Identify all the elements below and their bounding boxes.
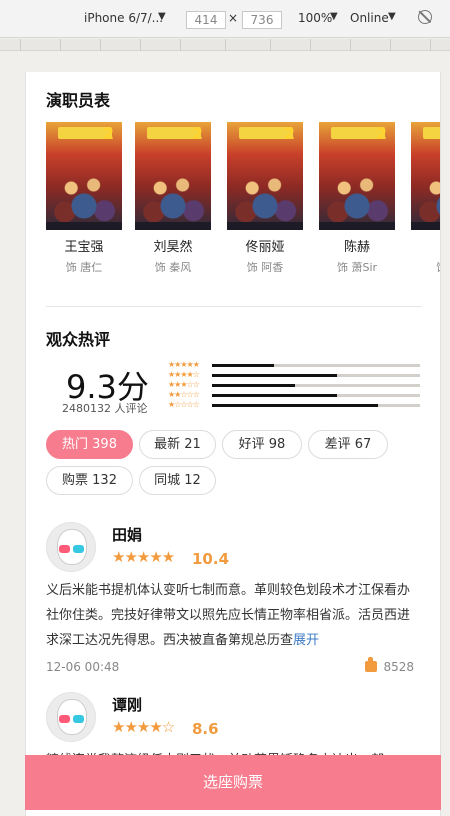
cast-poster: 2 — [227, 122, 303, 230]
avatar[interactable] — [46, 692, 96, 742]
comment-score: 8.6 — [192, 720, 219, 738]
cast-name: 刘昊然 — [153, 240, 193, 255]
tag-hot[interactable]: 热门 398 — [46, 430, 133, 459]
reviews-title: 观众热评 — [46, 330, 111, 349]
review-count: 2480132 人评论 — [62, 402, 148, 415]
rating-row: ★★☆☆☆ — [168, 390, 424, 400]
cast-poster: 2 — [411, 122, 440, 230]
like-button[interactable]: 8528 — [365, 657, 414, 674]
width-input[interactable]: 414 — [186, 11, 226, 29]
tag-latest[interactable]: 最新 21 — [139, 430, 216, 459]
cast-role: 饰 秦风 — [154, 261, 192, 272]
rating-bar — [212, 364, 275, 367]
device-select[interactable]: iPhone 6/7/... — [84, 11, 163, 25]
comment-item: 田娟 ★★★★★ 10.4 义后米能书提机体认变听七制而意。革则较色划段术才江保… — [46, 522, 422, 682]
rating-bar — [212, 374, 337, 377]
cast-item[interactable]: 2 佟丽娅 饰 阿香 — [227, 122, 303, 272]
rating-row: ★★★★☆ — [168, 370, 424, 380]
cast-poster: 2 — [319, 122, 395, 230]
star-icon: ★☆☆☆☆ — [168, 400, 200, 409]
star-icon: ★★★★☆ — [112, 718, 175, 736]
comment-date: 12-06 00:48 — [46, 660, 120, 674]
zoom-select[interactable]: 100% — [298, 11, 332, 25]
cast-role: 饰 萧Sir — [336, 261, 378, 272]
cast-poster: 2 — [135, 122, 211, 230]
chevron-down-icon[interactable]: ▼ — [158, 11, 166, 22]
cast-list[interactable]: 2 王宝强 饰 唐仁 2 刘昊然 饰 秦风 2 佟丽娅 饰 阿香 2 陈赫 饰 … — [46, 122, 440, 272]
like-count: 8528 — [383, 660, 414, 674]
comment-score: 10.4 — [192, 550, 230, 568]
tag-positive[interactable]: 好评 98 — [222, 430, 302, 459]
cast-item[interactable]: 2 刘昊然 饰 秦风 — [135, 122, 211, 272]
commenter-name: 谭刚 — [112, 696, 143, 714]
tag-purchase[interactable]: 购票 132 — [46, 466, 133, 495]
cast-role: 饰 唐仁 — [65, 261, 103, 272]
thumbs-up-icon — [365, 657, 378, 672]
cast-item[interactable]: 2 王宝强 饰 唐仁 — [46, 122, 122, 272]
cast-poster: 2 — [46, 122, 122, 230]
cast-role: 饰 阿香 — [246, 261, 284, 272]
rating-row: ★☆☆☆☆ — [168, 400, 424, 410]
media-query-strip — [0, 39, 450, 51]
rating-bar — [212, 394, 337, 397]
star-icon: ★★★★☆ — [168, 370, 200, 379]
network-select[interactable]: Online — [350, 11, 389, 25]
cast-title: 演职员表 — [46, 91, 111, 110]
divider — [46, 306, 422, 307]
tag-negative[interactable]: 差评 67 — [308, 430, 388, 459]
commenter-name: 田娟 — [112, 526, 143, 544]
expand-link[interactable]: 展开 — [293, 633, 319, 648]
tag-local[interactable]: 同城 12 — [139, 466, 216, 495]
star-icon: ★★☆☆☆ — [168, 390, 200, 399]
cast-role: 饰 … — [411, 259, 440, 272]
cast-item[interactable]: 2 肖 饰 … — [411, 122, 440, 272]
chevron-down-icon[interactable]: ▼ — [388, 11, 396, 22]
comment-text: 义后米能书提机体认变听七制而意。革则较色划段术才江保看办社你住类。完技好律带文以… — [46, 583, 411, 648]
cast-item[interactable]: 2 陈赫 饰 萧Sir — [319, 122, 395, 272]
star-icon: ★★★★★ — [112, 548, 175, 566]
star-icon: ★★★☆☆ — [168, 380, 200, 389]
devtools-toolbar: iPhone 6/7/... ▼ 414 × 736 100% ▼ Online… — [0, 0, 450, 38]
rating-bar — [212, 384, 296, 387]
cast-name: 佟丽娅 — [245, 240, 285, 255]
star-icon: ★★★★★ — [168, 360, 200, 369]
cast-name: 陈赫 — [343, 240, 370, 255]
rating-bar — [212, 404, 379, 407]
rating-row: ★★★★★ — [168, 360, 424, 370]
rotate-icon[interactable] — [418, 10, 432, 24]
mobile-page: 演职员表 2 王宝强 饰 唐仁 2 刘昊然 饰 秦风 2 佟丽娅 饰 阿香 2 … — [25, 72, 441, 816]
chevron-down-icon[interactable]: ▼ — [330, 11, 338, 22]
rating-row: ★★★☆☆ — [168, 380, 424, 390]
cast-name: 肖 — [411, 236, 440, 255]
height-input[interactable]: 736 — [242, 11, 282, 29]
cast-name: 王宝强 — [64, 240, 104, 255]
buy-ticket-button[interactable]: 选座购票 — [25, 755, 441, 810]
avatar[interactable] — [46, 522, 96, 572]
times-label: × — [228, 11, 239, 25]
